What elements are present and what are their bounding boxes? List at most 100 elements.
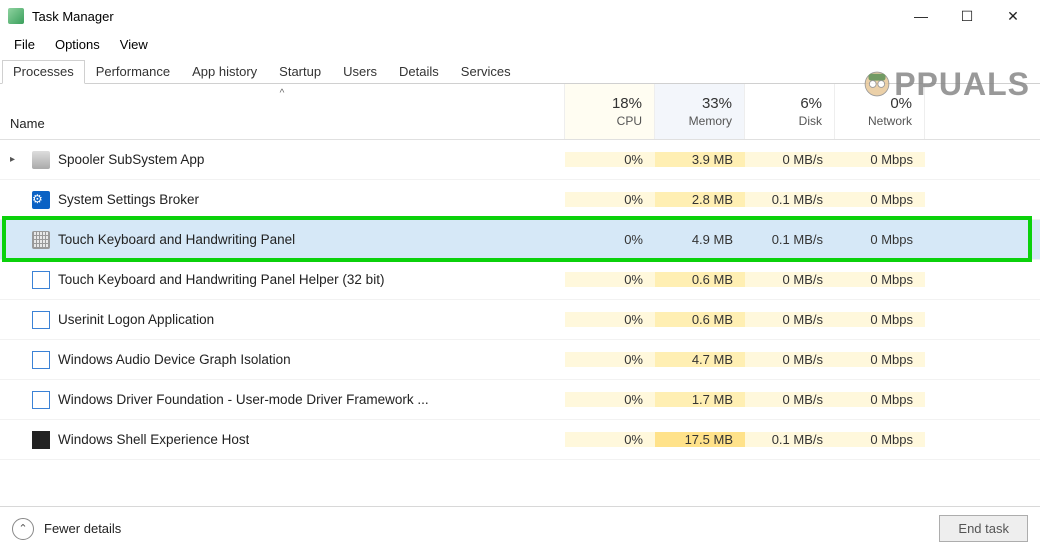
disk-value: 0.1 MB/s — [745, 432, 835, 447]
expand-chevron-icon[interactable]: ▸ — [10, 154, 24, 165]
column-header-cpu[interactable]: 18% CPU — [565, 84, 655, 139]
memory-value: 17.5 MB — [655, 432, 745, 447]
disk-value: 0 MB/s — [745, 392, 835, 407]
table-row[interactable]: ▸Spooler SubSystem App0%3.9 MB0 MB/s0 Mb… — [0, 140, 1040, 180]
column-header-disk[interactable]: 6% Disk — [745, 84, 835, 139]
network-value: 0 Mbps — [835, 312, 925, 327]
network-value: 0 Mbps — [835, 432, 925, 447]
network-value: 0 Mbps — [835, 392, 925, 407]
memory-value: 0.6 MB — [655, 272, 745, 287]
process-name: Touch Keyboard and Handwriting Panel Hel… — [58, 272, 384, 287]
win-icon — [32, 351, 50, 369]
cpu-value: 0% — [565, 392, 655, 407]
tab-startup[interactable]: Startup — [268, 60, 332, 83]
tab-details[interactable]: Details — [388, 60, 450, 83]
tab-services[interactable]: Services — [450, 60, 522, 83]
table-body: ▸Spooler SubSystem App0%3.9 MB0 MB/s0 Mb… — [0, 140, 1040, 460]
app-icon — [8, 8, 24, 24]
column-header-memory[interactable]: 33% Memory — [655, 84, 745, 139]
process-name: Windows Shell Experience Host — [58, 432, 249, 447]
tab-users[interactable]: Users — [332, 60, 388, 83]
process-name: System Settings Broker — [58, 192, 199, 207]
menu-file[interactable]: File — [6, 35, 43, 54]
network-usage-pct: 0% — [890, 95, 912, 112]
memory-label: Memory — [689, 114, 732, 128]
column-header-name-label: Name — [10, 116, 564, 131]
tab-processes[interactable]: Processes — [2, 60, 85, 84]
cpu-value: 0% — [565, 152, 655, 167]
table-header: ^ Name 18% CPU 33% Memory 6% Disk 0% Net… — [0, 84, 1040, 140]
memory-value: 4.7 MB — [655, 352, 745, 367]
process-name-cell: ▸System Settings Broker — [0, 191, 565, 209]
disk-value: 0 MB/s — [745, 352, 835, 367]
process-name-cell: ▸Windows Audio Device Graph Isolation — [0, 351, 565, 369]
kbd-icon — [32, 231, 50, 249]
printer-icon — [32, 151, 50, 169]
process-table: ^ Name 18% CPU 33% Memory 6% Disk 0% Net… — [0, 84, 1040, 460]
process-name: Windows Driver Foundation - User-mode Dr… — [58, 392, 429, 407]
table-row[interactable]: ▸System Settings Broker0%2.8 MB0.1 MB/s0… — [0, 180, 1040, 220]
column-header-network[interactable]: 0% Network — [835, 84, 925, 139]
network-value: 0 Mbps — [835, 232, 925, 247]
sort-caret-icon: ^ — [280, 88, 285, 99]
titlebar: Task Manager — ☐ ✕ — [0, 0, 1040, 32]
table-row[interactable]: ▸Touch Keyboard and Handwriting Panel0%4… — [0, 220, 1040, 260]
disk-label: Disk — [799, 114, 822, 128]
tabs: Processes Performance App history Startu… — [0, 58, 1040, 84]
win-icon — [32, 311, 50, 329]
cpu-value: 0% — [565, 232, 655, 247]
table-row[interactable]: ▸Windows Shell Experience Host0%17.5 MB0… — [0, 420, 1040, 460]
cpu-value: 0% — [565, 192, 655, 207]
header-spacer — [925, 84, 1040, 139]
table-row[interactable]: ▸Touch Keyboard and Handwriting Panel He… — [0, 260, 1040, 300]
end-task-button[interactable]: End task — [939, 515, 1028, 542]
process-name-cell: ▸Windows Shell Experience Host — [0, 431, 565, 449]
table-row[interactable]: ▸Windows Driver Foundation - User-mode D… — [0, 380, 1040, 420]
gear-icon — [32, 191, 50, 209]
process-name-cell: ▸Touch Keyboard and Handwriting Panel — [0, 231, 565, 249]
column-header-name[interactable]: ^ Name — [0, 84, 565, 139]
menu-view[interactable]: View — [112, 35, 156, 54]
disk-value: 0.1 MB/s — [745, 232, 835, 247]
menu-options[interactable]: Options — [47, 35, 108, 54]
cpu-value: 0% — [565, 352, 655, 367]
disk-usage-pct: 6% — [800, 95, 822, 112]
cpu-label: CPU — [617, 114, 642, 128]
maximize-button[interactable]: ☐ — [944, 0, 990, 32]
memory-value: 3.9 MB — [655, 152, 745, 167]
disk-value: 0 MB/s — [745, 312, 835, 327]
close-button[interactable]: ✕ — [990, 0, 1036, 32]
memory-value: 4.9 MB — [655, 232, 745, 247]
fewer-details-label: Fewer details — [44, 521, 121, 536]
memory-usage-pct: 33% — [702, 95, 732, 112]
table-row[interactable]: ▸Windows Audio Device Graph Isolation0%4… — [0, 340, 1040, 380]
process-name: Touch Keyboard and Handwriting Panel — [58, 232, 295, 247]
memory-value: 0.6 MB — [655, 312, 745, 327]
memory-value: 2.8 MB — [655, 192, 745, 207]
network-label: Network — [868, 114, 912, 128]
table-row[interactable]: ▸Userinit Logon Application0%0.6 MB0 MB/… — [0, 300, 1040, 340]
network-value: 0 Mbps — [835, 152, 925, 167]
minimize-button[interactable]: — — [898, 0, 944, 32]
process-name: Userinit Logon Application — [58, 312, 214, 327]
footer: ⌃ Fewer details End task — [0, 506, 1040, 550]
network-value: 0 Mbps — [835, 192, 925, 207]
menubar: File Options View — [0, 32, 1040, 56]
process-name: Windows Audio Device Graph Isolation — [58, 352, 291, 367]
tab-performance[interactable]: Performance — [85, 60, 181, 83]
process-name-cell: ▸Touch Keyboard and Handwriting Panel He… — [0, 271, 565, 289]
chevron-up-icon: ⌃ — [12, 518, 34, 540]
memory-value: 1.7 MB — [655, 392, 745, 407]
process-name-cell: ▸Spooler SubSystem App — [0, 151, 565, 169]
disk-value: 0.1 MB/s — [745, 192, 835, 207]
disk-value: 0 MB/s — [745, 152, 835, 167]
tab-app-history[interactable]: App history — [181, 60, 268, 83]
cpu-value: 0% — [565, 272, 655, 287]
win-icon — [32, 271, 50, 289]
cpu-value: 0% — [565, 312, 655, 327]
dark-icon — [32, 431, 50, 449]
fewer-details-toggle[interactable]: ⌃ Fewer details — [12, 518, 121, 540]
cpu-usage-pct: 18% — [612, 95, 642, 112]
window-title: Task Manager — [32, 9, 898, 24]
window-controls: — ☐ ✕ — [898, 0, 1036, 32]
